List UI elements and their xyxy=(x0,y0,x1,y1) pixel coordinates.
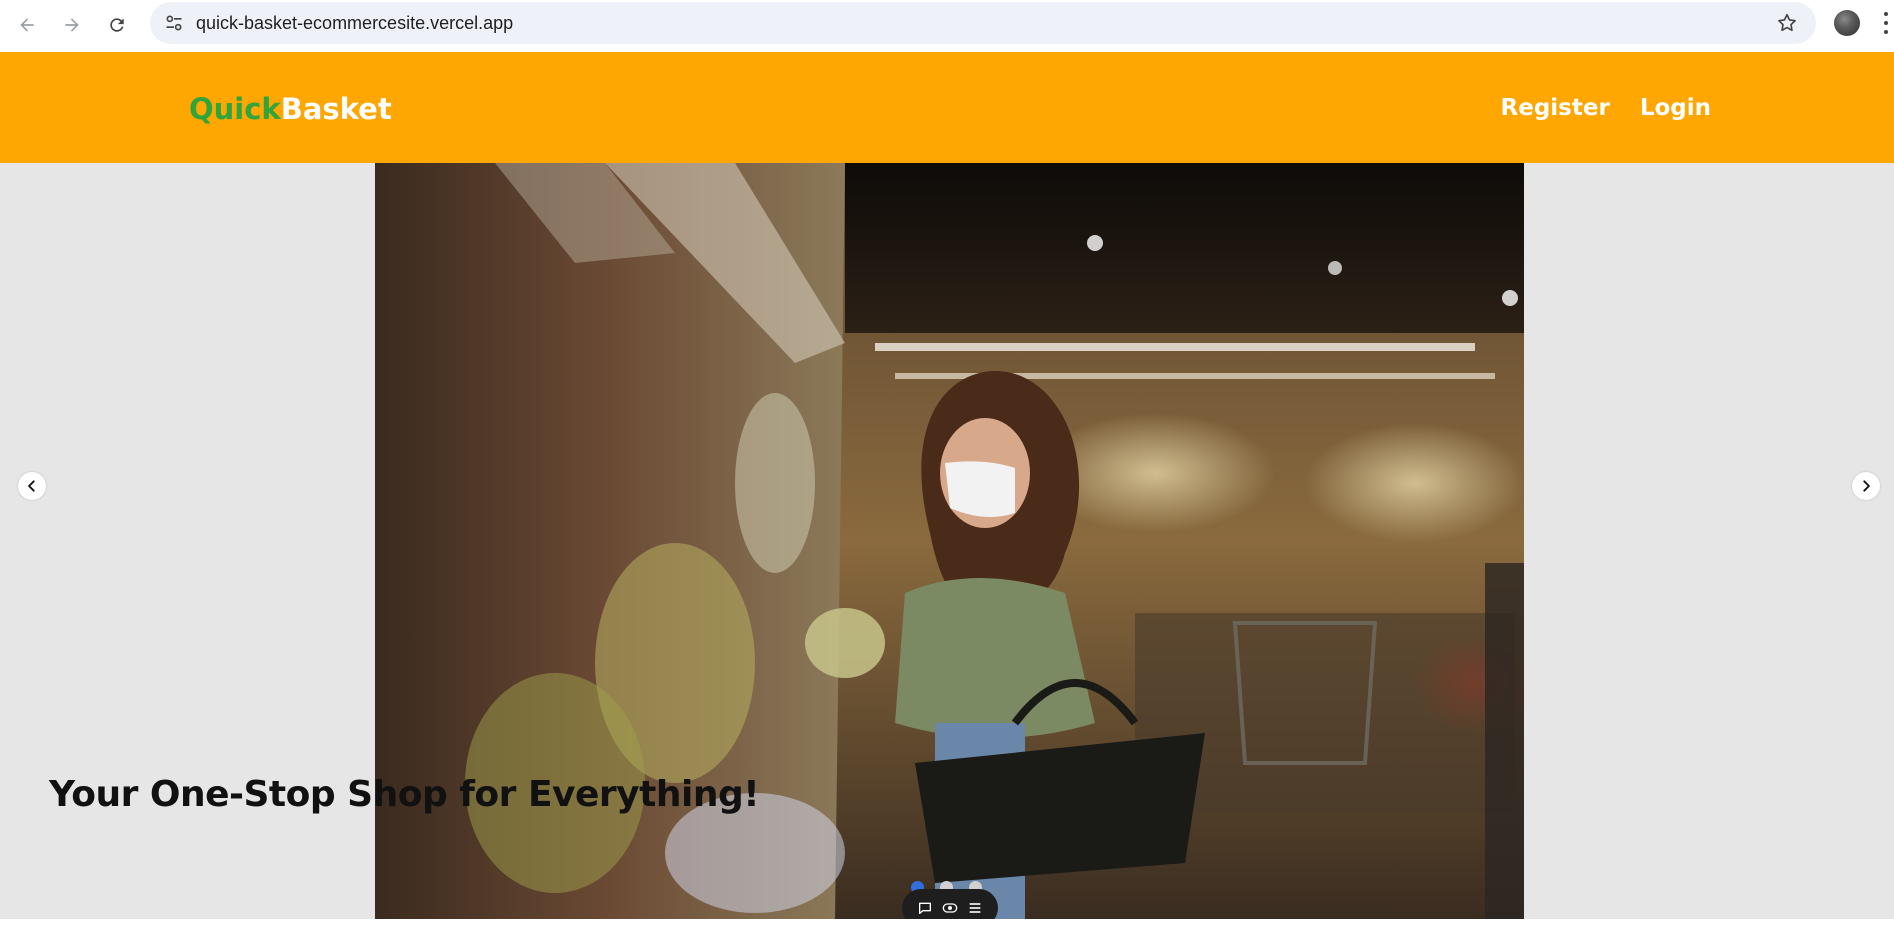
carousel-prev-button[interactable] xyxy=(18,472,46,500)
profile-avatar[interactable] xyxy=(1834,10,1860,36)
brand-logo[interactable]: QuickBasket xyxy=(189,92,392,126)
hero-carousel: Your One-Stop Shop for Everything! xyxy=(0,163,1894,927)
chevron-left-icon xyxy=(28,480,35,492)
brand-basket: Basket xyxy=(280,92,392,126)
browser-toolbar: quick-basket-ecommercesite.vercel.app xyxy=(0,0,1894,52)
comment-icon[interactable] xyxy=(917,900,933,916)
eye-icon[interactable] xyxy=(942,900,958,916)
reload-icon xyxy=(110,18,124,32)
carousel-next-button[interactable] xyxy=(1852,472,1880,500)
menu-icon[interactable] xyxy=(967,900,983,916)
back-button[interactable] xyxy=(12,10,42,40)
site-header: QuickBasket Register Login xyxy=(0,52,1894,163)
top-nav: Register Login xyxy=(1501,95,1711,121)
register-link[interactable]: Register xyxy=(1501,95,1610,121)
arrow-right-icon xyxy=(65,18,79,32)
arrow-left-icon xyxy=(20,18,34,32)
brand-quick: Quick xyxy=(189,92,281,126)
login-link[interactable]: Login xyxy=(1640,95,1711,121)
forward-button[interactable] xyxy=(57,10,87,40)
browser-menu-icon[interactable] xyxy=(1884,12,1890,34)
site-settings-icon[interactable] xyxy=(164,13,184,33)
url-text[interactable]: quick-basket-ecommercesite.vercel.app xyxy=(196,13,513,34)
page-bottom xyxy=(0,919,1894,941)
hero-headline: Your One-Stop Shop for Everything! xyxy=(49,774,760,815)
chevron-right-icon xyxy=(1863,480,1870,492)
bookmark-star-icon[interactable] xyxy=(1776,12,1798,34)
reload-button[interactable] xyxy=(102,10,132,40)
address-bar[interactable]: quick-basket-ecommercesite.vercel.app xyxy=(150,2,1816,44)
